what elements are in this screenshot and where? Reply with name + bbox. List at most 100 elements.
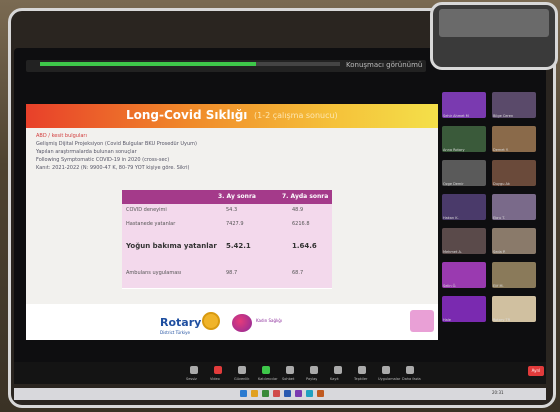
taskbar-clock: 20:31 [492, 390, 504, 395]
participant-tile[interactable]: Selin Ö. [442, 262, 486, 288]
participant-name: Elif M. [493, 284, 504, 288]
toolbar-button-label: Katılımcılar [258, 377, 278, 381]
taskbar-app-icon[interactable] [240, 390, 247, 397]
participant-name: Sehir Ahmet M [443, 114, 469, 118]
taskbar-app-icon[interactable] [251, 390, 258, 397]
slide-title: Long-Covid Sıklığı [126, 108, 248, 122]
toolbar-button-label: Sohbet [282, 377, 295, 381]
leave-button[interactable]: Ayrıl [528, 366, 544, 376]
shared-slide: Long-Covid Sıklığı (1-2 çalışma sonucu) … [26, 104, 438, 340]
table-cell-label: COVID deneyimi [126, 207, 167, 213]
toolbar-button-label: Video [210, 377, 220, 381]
corner-logo-icon [410, 310, 434, 332]
table-row: Hastanede yatanlar 7427.9 6216.8 [122, 218, 332, 233]
share-progress-track [40, 62, 340, 66]
table-cell-value: 1.64.6 [292, 242, 317, 250]
slide-notes: ABD / kesit bulguları Gelişmiş Dijital Pr… [36, 132, 336, 172]
participant-tile[interactable]: Ebru T. [492, 194, 536, 220]
participant-tile[interactable]: Hakan K. [442, 194, 486, 220]
os-taskbar [14, 388, 546, 400]
rotary-logo-text: Rotary [160, 316, 202, 329]
chat-icon[interactable] [286, 366, 294, 374]
taskbar-app-icon[interactable] [273, 390, 280, 397]
table-row: Ambulans uygulaması 98.7 68.7 [122, 260, 332, 289]
people-icon[interactable] [262, 366, 270, 374]
table-cell-value: 6216.8 [292, 221, 310, 227]
participant-name: Ozge Demir [443, 182, 464, 186]
taskbar-app-icon[interactable] [317, 390, 324, 397]
table-cell-value: 68.7 [292, 270, 304, 276]
participant-gallery: Sehir Ahmet M Bilge Ceren Anna Rotary Demet… [442, 92, 542, 352]
toolbar-button-label: Uygulamalar [378, 377, 401, 381]
org-logo-text: Kadın Sağlığı [256, 318, 282, 323]
slide-table: 3. Ay sonra 7. Ayda sonra COVID deneyimi… [122, 190, 332, 289]
taskbar-app-icon[interactable] [284, 390, 291, 397]
toolbar-button-label: Sessiz [186, 377, 197, 381]
participant-tile[interactable]: Mehmet A. [442, 228, 486, 254]
table-cell-value: 54.3 [226, 207, 238, 213]
toolbar-button-label: Tepkiler [354, 377, 368, 381]
mic-icon[interactable] [190, 366, 198, 374]
participant-tile[interactable]: Rotary TR [492, 296, 536, 322]
participant-name: Duygu Ak [493, 182, 510, 186]
table-cell-value: 48.9 [292, 207, 304, 213]
toolbar-button-label: Güvenlik [234, 377, 250, 381]
topbar-status: Konuşmacı görünümü [346, 61, 423, 69]
table-header-col2: 7. Ayda sonra [282, 193, 329, 200]
toolbar-button-label: Paylaş [306, 377, 318, 381]
participant-tile[interactable]: Seda P. [492, 228, 536, 254]
participant-name: Seda P. [493, 250, 506, 254]
table-cell-value: 98.7 [226, 270, 238, 276]
slide-note-line: Yapılan araştırmalarda bulunan sonuçlar [36, 149, 137, 155]
participant-tile[interactable]: Sehir Ahmet M [442, 92, 486, 118]
reaction-icon[interactable] [358, 366, 366, 374]
slide-subtitle: (1-2 çalışma sonucu) [254, 111, 338, 120]
slide-footer: Rotary District Türkiye Kadın Sağlığı [26, 304, 438, 340]
slide-note-line: ABD / kesit bulguları [36, 133, 87, 139]
slide-header: Long-Covid Sıklığı (1-2 çalışma sonucu) [26, 104, 438, 128]
slide-note-line: Gelişmiş Dijital Projeksiyon (Covid Bulg… [36, 141, 197, 147]
participant-name: Rotary TR [493, 318, 511, 322]
participant-tile[interactable]: Elif M. [492, 262, 536, 288]
participant-name: Hale [443, 318, 451, 322]
participant-tile[interactable]: Hale [442, 296, 486, 322]
toolbar-button-label: Daha fazla [402, 377, 421, 381]
rotary-subtitle: District Türkiye [160, 330, 190, 335]
apps-icon[interactable] [382, 366, 390, 374]
rotary-wheel-icon [202, 312, 220, 330]
table-cell-value: 5.42.1 [226, 242, 251, 250]
record-icon[interactable] [334, 366, 342, 374]
share-icon[interactable] [310, 366, 318, 374]
table-cell-value: 7427.9 [226, 221, 244, 227]
toolbar-button-label: Kayıt [330, 377, 339, 381]
participant-tile[interactable]: Demet Y. [492, 126, 536, 152]
participant-name: Demet Y. [493, 148, 509, 152]
more-icon[interactable] [406, 366, 414, 374]
participant-name: Selin Ö. [443, 284, 457, 288]
participant-tile[interactable]: Ozge Demir [442, 160, 486, 186]
share-progress-fill [40, 62, 256, 66]
table-cell-label: Hastanede yatanlar [126, 221, 176, 227]
video-icon[interactable] [214, 366, 222, 374]
table-cell-label: Ambulans uygulaması [126, 270, 182, 276]
participant-tile[interactable]: Duygu Ak [492, 160, 536, 186]
taskbar-app-icon[interactable] [306, 390, 313, 397]
participant-name: Mehmet A. [443, 250, 462, 254]
slide-note-line: Following Symptomatic COVID-19 in 2020 (… [36, 157, 170, 163]
taskbar-app-icon[interactable] [262, 390, 269, 397]
participant-name: Hakan K. [443, 216, 459, 220]
slide-note-line: Kanıt: 2021-2022 (N: 9900-47 K, 80-79 YO… [36, 165, 190, 171]
table-header: 3. Ay sonra 7. Ayda sonra [122, 190, 332, 204]
shield-icon[interactable] [238, 366, 246, 374]
participant-name: Anna Rotary [443, 148, 465, 152]
participant-tile[interactable]: Anna Rotary [442, 126, 486, 152]
table-row: Yoğun bakıma yatanlar 5.42.1 1.64.6 [122, 232, 332, 261]
participant-tile[interactable]: Bilge Ceren [492, 92, 536, 118]
table-cell-label: Yoğun bakıma yatanlar [126, 242, 217, 250]
org-logo-icon [232, 314, 252, 332]
table-row: COVID deneyimi 54.3 48.9 [122, 204, 332, 219]
participant-name: Bilge Ceren [493, 114, 514, 118]
camera-hud-overlay [430, 2, 558, 70]
taskbar-app-icon[interactable] [295, 390, 302, 397]
participant-name: Ebru T. [493, 216, 506, 220]
